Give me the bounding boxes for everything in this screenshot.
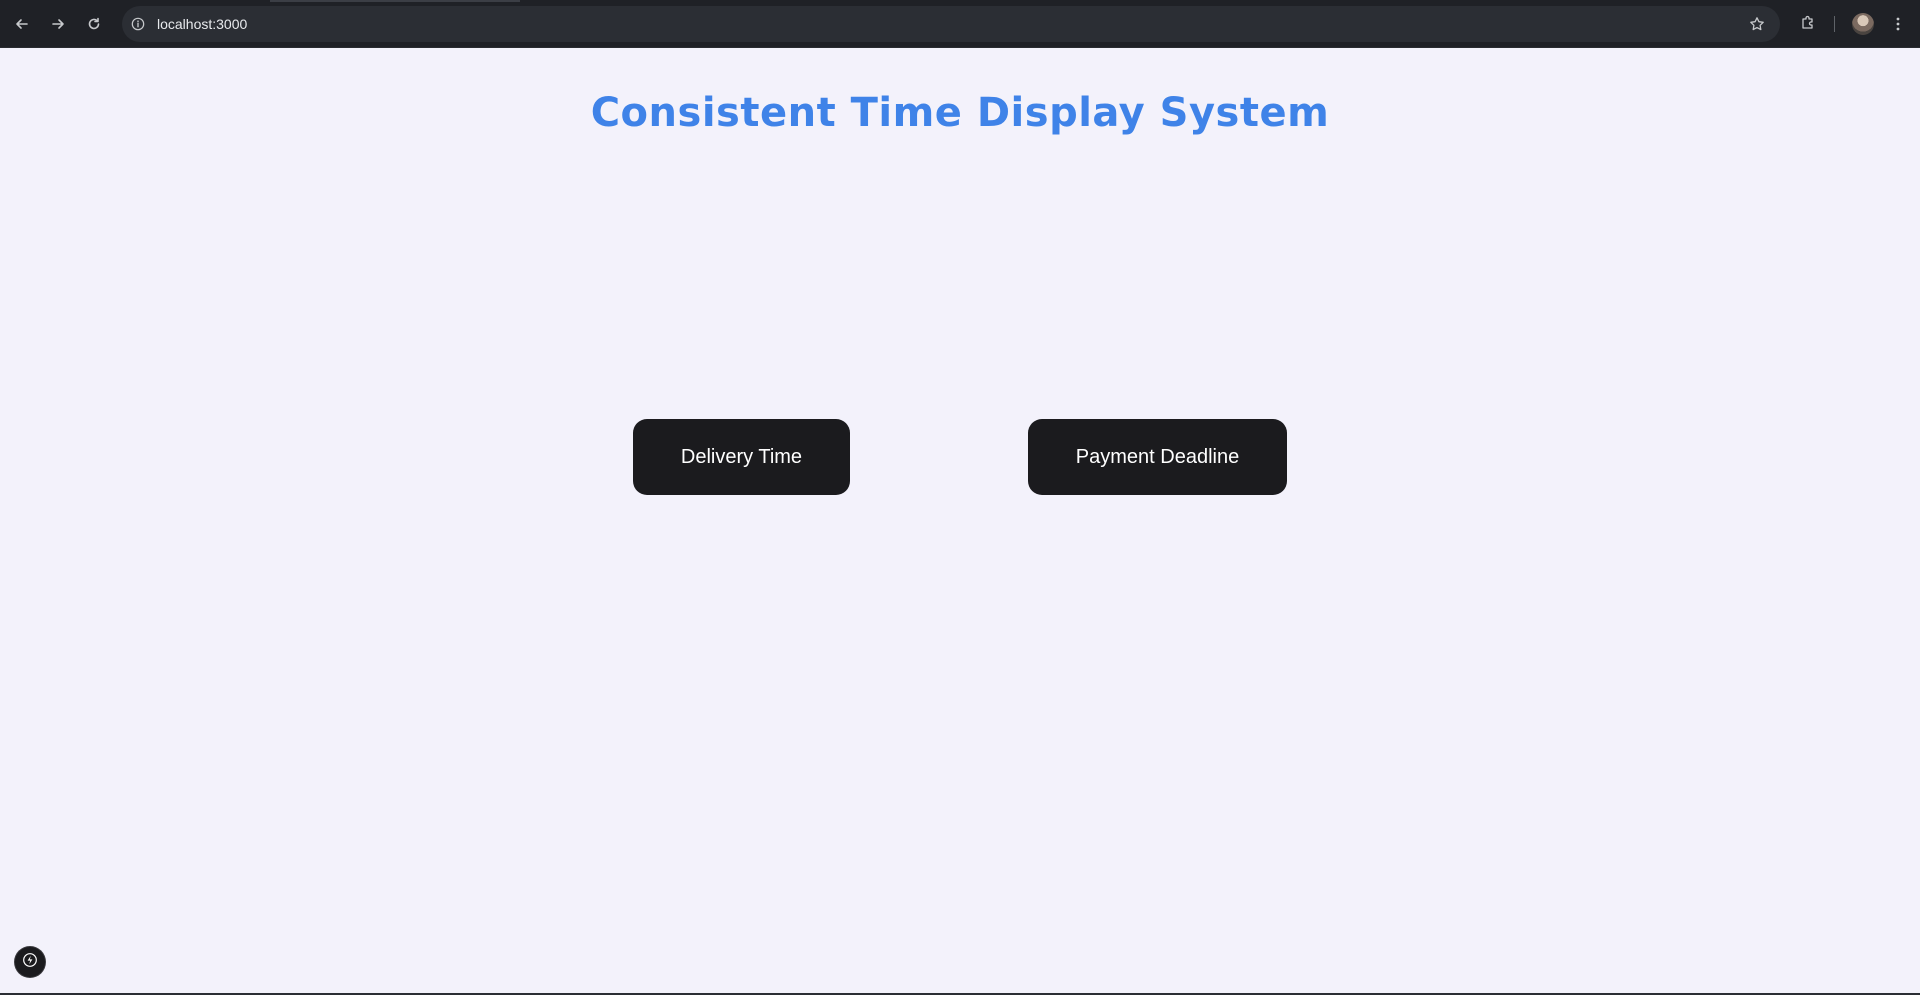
lightning-icon	[22, 952, 38, 973]
address-bar[interactable]: localhost:3000	[122, 6, 1780, 42]
delivery-time-button[interactable]: Delivery Time	[633, 419, 850, 495]
puzzle-icon[interactable]	[1798, 13, 1818, 33]
browser-toolbar: localhost:3000	[0, 0, 1920, 48]
tab-strip-line	[270, 0, 520, 2]
profile-avatar[interactable]	[1852, 13, 1874, 35]
page-title: Consistent Time Display System	[590, 90, 1330, 136]
reload-icon[interactable]	[82, 12, 106, 36]
kebab-menu-icon[interactable]	[1888, 13, 1908, 35]
star-icon[interactable]	[1748, 15, 1766, 33]
address-url[interactable]: localhost:3000	[157, 16, 247, 32]
info-icon[interactable]	[130, 16, 146, 32]
forward-arrow-icon[interactable]	[46, 12, 70, 36]
back-arrow-icon[interactable]	[10, 12, 34, 36]
payment-deadline-button[interactable]: Payment Deadline	[1028, 419, 1287, 495]
toolbar-divider	[1834, 16, 1835, 32]
dev-tools-button[interactable]	[15, 947, 45, 977]
